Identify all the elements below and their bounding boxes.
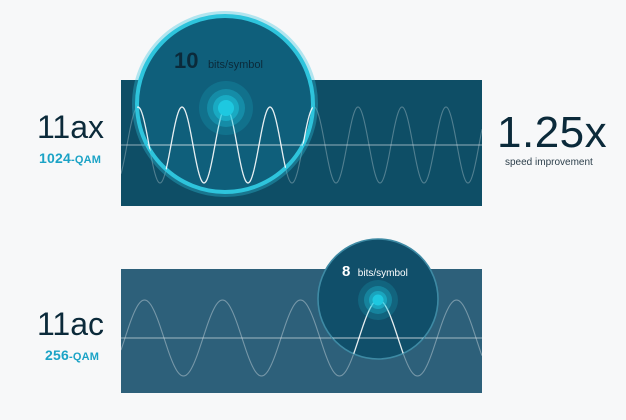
ac-bits-unit: bits/symbol (358, 268, 408, 279)
ax-bits-unit: bits/symbol (208, 59, 263, 71)
ac-bits-number: 8 (342, 263, 350, 280)
ax-constellation-point (218, 100, 234, 116)
qam-diagram: 10 bits/symbol 8 bits/symbol (121, 11, 482, 393)
ac-constellation-point (372, 294, 384, 306)
ax-bits-number: 10 (174, 48, 198, 73)
